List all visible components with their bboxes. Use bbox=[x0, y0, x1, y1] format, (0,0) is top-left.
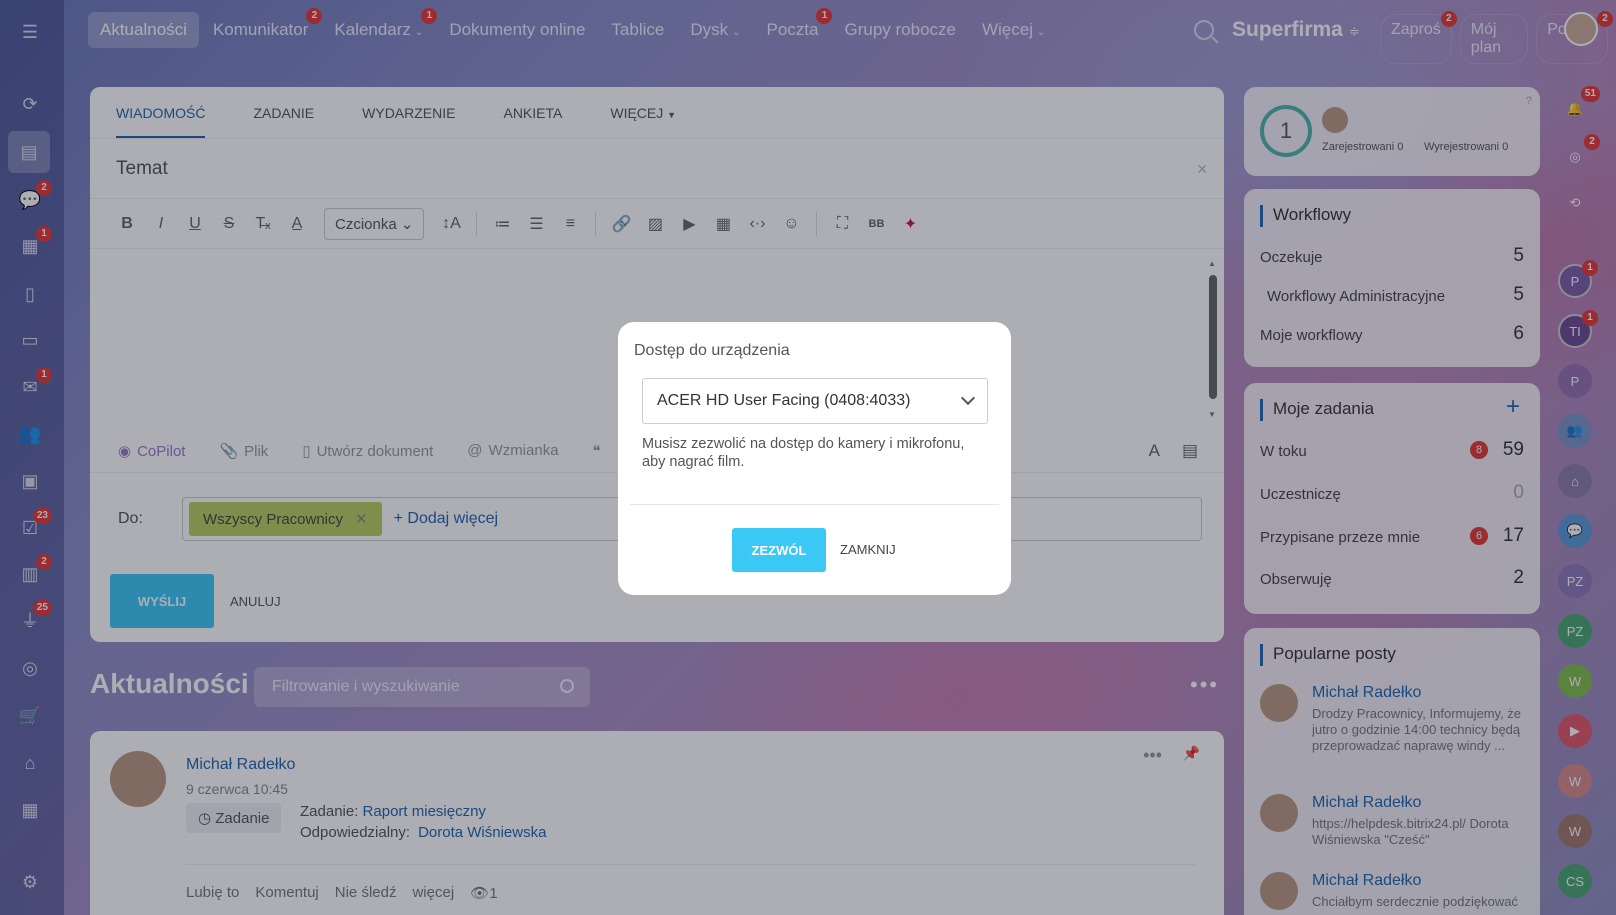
device-access-dialog: Dostęp do urządzenia ACER HD User Facing… bbox=[618, 322, 1011, 595]
device-select-value: ACER HD User Facing (0408:4033) bbox=[657, 392, 911, 409]
close-button[interactable]: ZAMKNIJ bbox=[840, 542, 896, 557]
dialog-divider bbox=[630, 504, 999, 505]
device-select[interactable]: ACER HD User Facing (0408:4033) bbox=[642, 378, 988, 424]
dialog-title: Dostęp do urządzenia bbox=[634, 342, 790, 359]
allow-button[interactable]: ZEZWÓL bbox=[732, 528, 826, 572]
chevron-down-icon bbox=[960, 390, 976, 406]
dialog-message: Musisz zezwolić na dostęp do kamery i mi… bbox=[642, 436, 965, 470]
